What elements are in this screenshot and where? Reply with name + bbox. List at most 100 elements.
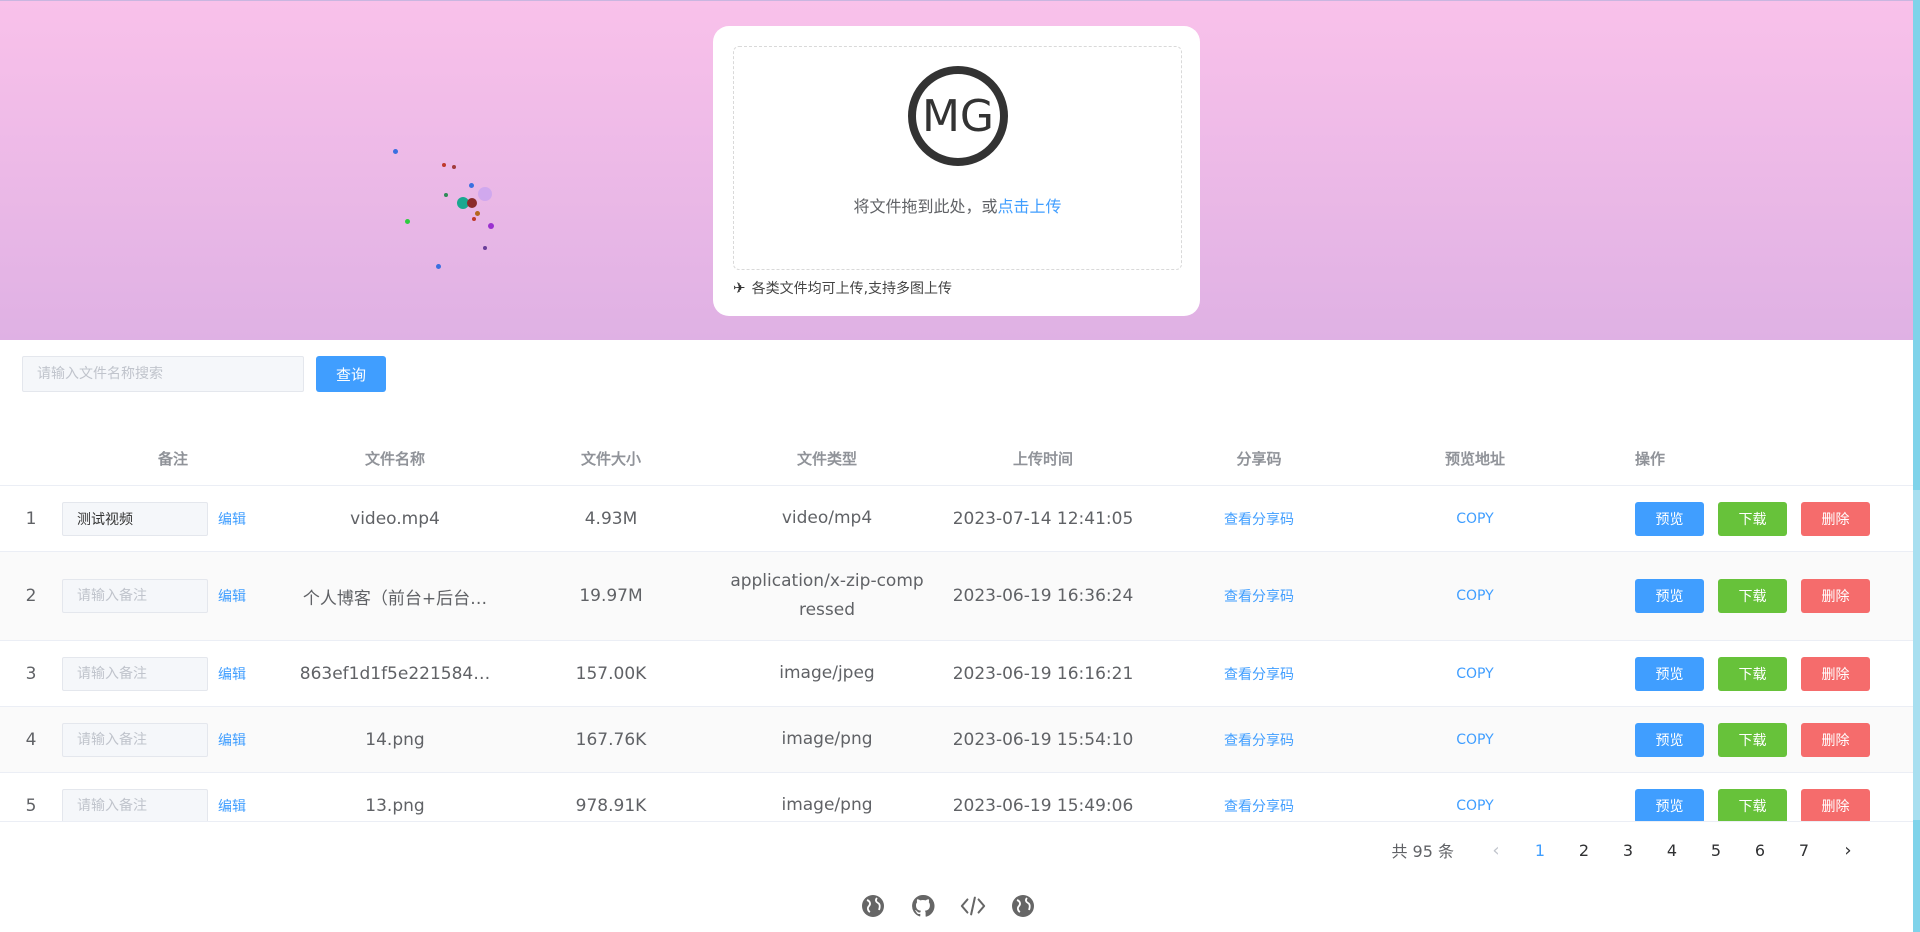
preview-button[interactable]: 预览 [1635,579,1704,613]
preview-button[interactable]: 预览 [1635,788,1704,821]
table-header: 备注 文件名称 文件大小 文件类型 上传时间 分享码 预览地址 操作 [0,432,1913,486]
edit-note-link[interactable]: 编辑 [218,586,246,606]
code-icon[interactable] [960,893,986,919]
page-7[interactable]: 7 [1782,841,1826,860]
upload-time: 2023-06-19 15:54:10 [952,729,1134,750]
footer-links [860,893,1036,919]
page-3[interactable]: 3 [1606,841,1650,860]
row-index: 4 [25,729,37,750]
mg-logo: MG [907,66,1008,166]
file-type: image/jpeg [779,663,875,683]
file-size: 19.97M [579,586,643,606]
header-size: 文件大小 [580,450,641,468]
page-scrollbar[interactable] [1913,0,1920,932]
prev-page-icon[interactable]: ‹ [1474,840,1518,861]
search-input[interactable] [22,356,304,392]
note-input[interactable] [62,501,208,536]
github-icon[interactable] [910,893,936,919]
copy-link[interactable]: COPY [1456,666,1493,682]
upload-time: 2023-06-19 15:49:06 [952,795,1134,816]
file-name: 13.png [365,795,425,816]
edit-note-link[interactable]: 编辑 [218,509,246,529]
file-name: 个人博客（前台+后台… [302,588,488,609]
file-type: image/png [781,729,873,749]
next-page-icon[interactable]: › [1826,840,1870,861]
scrollbar-thumb[interactable] [1913,490,1920,820]
file-name: 14.png [365,729,425,750]
delete-button[interactable]: 删除 [1801,656,1870,691]
pagination: 共 95 条 ‹ 1 2 3 4 5 6 7 › [1391,838,1870,862]
table-row: 3 编辑 863ef1d1f5e221584… 157.00K image/jp… [0,641,1913,707]
globe-icon[interactable] [1010,893,1036,919]
copy-link[interactable]: COPY [1456,798,1493,814]
edit-note-link[interactable]: 编辑 [218,796,246,816]
delete-button[interactable]: 删除 [1801,788,1870,821]
row-index: 2 [25,586,37,606]
upload-tip: ✈ 各类文件均可上传,支持多图上传 [733,278,952,298]
copy-link[interactable]: COPY [1456,511,1493,527]
copy-link[interactable]: COPY [1456,732,1493,748]
file-type: image/png [781,795,873,815]
table-row: 2 编辑 个人博客（前台+后台… 19.97M application/x-zi… [0,552,1913,641]
view-share-code-link[interactable]: 查看分享码 [1224,730,1294,750]
airplane-icon: ✈ [733,279,746,297]
header-name: 文件名称 [364,450,425,468]
drop-instruction: 将文件拖到此处，或点击上传 [853,197,1062,216]
note-input[interactable] [62,788,208,821]
preview-button[interactable]: 预览 [1635,501,1704,536]
delete-button[interactable]: 删除 [1801,501,1870,536]
edit-note-link[interactable]: 编辑 [218,730,246,750]
download-button[interactable]: 下载 [1718,722,1787,757]
page-1[interactable]: 1 [1518,841,1562,860]
click-upload-link[interactable]: 点击上传 [998,197,1062,216]
delete-button[interactable]: 删除 [1801,722,1870,757]
header-share: 分享码 [1236,450,1282,468]
file-type: video/mp4 [781,508,873,528]
file-size: 978.91K [575,795,647,816]
edit-note-link[interactable]: 编辑 [218,664,246,684]
upload-time: 2023-06-19 16:36:24 [952,586,1134,606]
page-2[interactable]: 2 [1562,841,1606,860]
preview-button[interactable]: 预览 [1635,656,1704,691]
download-button[interactable]: 下载 [1718,656,1787,691]
query-button[interactable]: 查询 [316,356,386,392]
copy-link[interactable]: COPY [1456,588,1493,604]
svg-text:MG: MG [921,91,993,142]
note-input[interactable] [62,722,208,757]
file-drop-zone[interactable]: MG 将文件拖到此处，或点击上传 [733,46,1182,270]
file-table: 备注 文件名称 文件大小 文件类型 上传时间 分享码 预览地址 操作 1 编辑 … [0,432,1913,822]
download-button[interactable]: 下载 [1718,788,1787,821]
page-5[interactable]: 5 [1694,841,1738,860]
row-index: 5 [25,795,37,816]
file-name: 863ef1d1f5e221584… [299,663,491,684]
hero-banner: MG 将文件拖到此处，或点击上传 ✈ 各类文件均可上传,支持多图上传 [0,0,1913,340]
table-row: 4 编辑 14.png 167.76K image/png 2023-06-19… [0,707,1913,773]
header-ops: 操作 [1635,450,1666,468]
view-share-code-link[interactable]: 查看分享码 [1224,796,1294,816]
page-4[interactable]: 4 [1650,841,1694,860]
particle-decoration [360,141,510,281]
file-size: 4.93M [584,508,638,529]
view-share-code-link[interactable]: 查看分享码 [1224,509,1294,529]
delete-button[interactable]: 删除 [1801,579,1870,613]
header-preview-url: 预览地址 [1444,450,1505,468]
view-share-code-link[interactable]: 查看分享码 [1224,664,1294,684]
upload-card: MG 将文件拖到此处，或点击上传 ✈ 各类文件均可上传,支持多图上传 [713,26,1200,316]
download-button[interactable]: 下载 [1718,579,1787,613]
row-index: 3 [25,663,37,684]
preview-button[interactable]: 预览 [1635,722,1704,757]
search-bar: 查询 [22,356,386,392]
header-type: 文件类型 [796,450,857,468]
upload-time: 2023-07-14 12:41:05 [952,508,1134,529]
download-button[interactable]: 下载 [1718,501,1787,536]
globe-icon[interactable] [860,893,886,919]
note-input[interactable] [62,579,208,613]
upload-time: 2023-06-19 16:16:21 [952,663,1134,684]
page-6[interactable]: 6 [1738,841,1782,860]
view-share-code-link[interactable]: 查看分享码 [1224,586,1294,606]
file-size: 157.00K [575,663,647,684]
table-row: 5 编辑 13.png 978.91K image/png 2023-06-19… [0,773,1913,821]
note-input[interactable] [62,656,208,691]
header-time: 上传时间 [1012,450,1073,468]
file-name: video.mp4 [350,508,440,529]
